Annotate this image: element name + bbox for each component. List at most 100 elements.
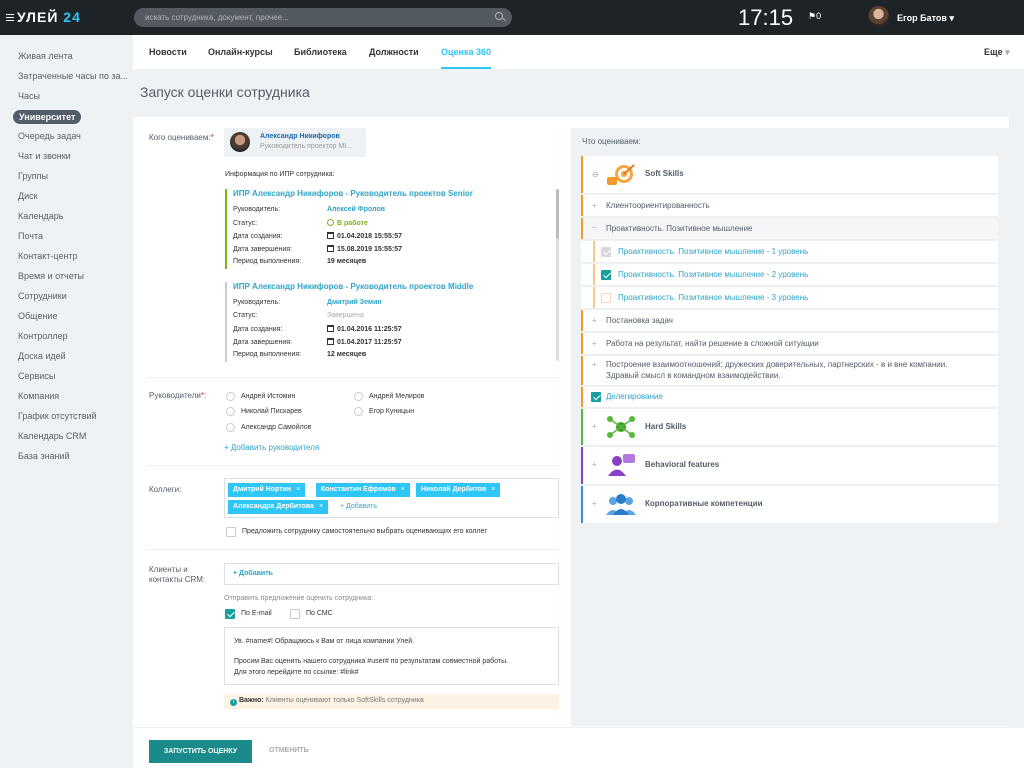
ipr-title[interactable]: ИПР Александр Никифоров - Руководитель п… <box>233 282 473 291</box>
sidebar-item[interactable]: База знаний <box>18 451 128 461</box>
clock: 17:15 <box>738 5 794 30</box>
sidebar-item[interactable]: Группы <box>18 171 128 181</box>
skill-item[interactable]: + Клиентоориентированность <box>581 195 998 217</box>
sms-checkbox[interactable] <box>290 609 300 619</box>
menu-icon[interactable] <box>6 14 14 21</box>
sidebar-item[interactable]: Университет <box>13 110 82 124</box>
sidebar-item[interactable]: Сервисы <box>18 371 128 381</box>
manager-link[interactable]: Дмитрий Земин <box>327 299 382 306</box>
tab-library[interactable]: Библиотека <box>294 47 347 57</box>
user-menu[interactable]: Егор Батов ▾ <box>897 13 954 24</box>
level-checkbox[interactable] <box>601 293 611 303</box>
category-behavioral[interactable]: + Behavioral features <box>581 447 998 485</box>
sidebar-item[interactable]: Почта <box>18 231 128 241</box>
expand-icon[interactable]: + <box>592 499 597 508</box>
sidebar-item[interactable]: Часы <box>18 91 128 101</box>
expand-icon[interactable]: + <box>592 201 597 210</box>
row-key: Дата создания: <box>233 326 283 333</box>
clients-input[interactable]: + Добавить <box>224 563 559 585</box>
cancel-button[interactable]: ОТМЕНИТЬ <box>269 747 309 754</box>
sidebar-item[interactable]: Чат и звонки <box>18 151 128 161</box>
category-hard-skills[interactable]: + Hard Skills <box>581 409 998 446</box>
sidebar-item[interactable]: Затраченные часы по за... <box>18 71 128 81</box>
sidebar-item[interactable]: Диск <box>18 191 128 201</box>
category-soft-skills[interactable]: ⊖ Soft Skills <box>581 156 998 194</box>
skill-item[interactable]: + Построение взаимоотношений: дружеских … <box>581 356 998 386</box>
skill-item[interactable]: + Работа на результат, найти решение в с… <box>581 333 998 355</box>
row-key: Статус: <box>233 220 258 227</box>
level-checkbox[interactable] <box>601 247 611 257</box>
sidebar-item[interactable]: Очередь задач <box>18 131 128 141</box>
manager-radio[interactable] <box>226 392 235 401</box>
manager-radio[interactable] <box>354 392 363 401</box>
skill-checkbox[interactable] <box>591 392 601 402</box>
search-icon[interactable] <box>495 12 503 20</box>
ipr-title[interactable]: ИПР Александр Никифоров - Руководитель п… <box>233 189 473 198</box>
who-label: Кого оцениваем:* <box>149 133 214 142</box>
self-choose-label: Предложить сотруднику самостоятельно выб… <box>242 528 488 535</box>
sidebar-item[interactable]: Календарь CRM <box>18 431 128 441</box>
expand-icon[interactable]: + <box>592 316 597 325</box>
skill-level-item[interactable]: Проактивность. Позитивное мышление - 2 у… <box>581 264 998 286</box>
evaluated-person[interactable]: Александр Никифоров Руководитель проекто… <box>224 128 366 157</box>
notifications[interactable]: ⚑0 <box>808 11 821 22</box>
manager-name[interactable]: Егор Куницын <box>369 408 414 415</box>
manager-radio[interactable] <box>226 423 235 432</box>
more-menu[interactable]: Еще ▾ <box>984 47 1010 58</box>
manager-radio[interactable] <box>226 407 235 416</box>
skill-label: Работа на результат, найти решение в сло… <box>606 339 819 348</box>
avatar[interactable] <box>868 6 889 27</box>
self-choose-checkbox[interactable] <box>226 527 236 537</box>
remove-icon[interactable]: × <box>296 486 300 493</box>
ipr-row-status: Статус: Завершена <box>233 312 364 319</box>
manager-name[interactable]: Андрей Истомин <box>241 393 295 400</box>
manager-name[interactable]: Николай Пискарев <box>241 408 302 415</box>
skill-level-item[interactable]: Проактивность. Позитивное мышление - 1 у… <box>581 241 998 263</box>
add-manager-link[interactable]: + Добавить руководителя <box>224 443 319 452</box>
skill-level-item[interactable]: Проактивность. Позитивное мышление - 3 у… <box>581 287 998 309</box>
scrollbar-thumb[interactable] <box>556 189 559 239</box>
logo[interactable]: УЛЕЙ 24 <box>6 9 81 25</box>
add-colleague-link[interactable]: + Добавить <box>340 503 377 510</box>
tab-news[interactable]: Новости <box>149 47 187 57</box>
skill-item[interactable]: − Проактивность. Позитивное мышление <box>581 218 998 240</box>
manager-radio[interactable] <box>354 407 363 416</box>
sidebar-item[interactable]: Время и отчеты <box>18 271 128 281</box>
ipr-scrollbar[interactable] <box>556 189 559 361</box>
add-client-link[interactable]: + Добавить <box>233 570 273 577</box>
tab-evaluation-360[interactable]: Оценка 360 <box>441 47 492 69</box>
person-name: Александр Никифоров <box>260 133 340 140</box>
collapse-icon[interactable]: − <box>592 223 597 232</box>
tab-online-courses[interactable]: Онлайн-курсы <box>208 47 273 57</box>
remove-icon[interactable]: × <box>491 486 495 493</box>
search-input[interactable]: искать сотрудника, документ, прочее... <box>134 8 512 27</box>
start-evaluation-button[interactable]: ЗАПУСТИТЬ ОЦЕНКУ <box>149 740 252 763</box>
expand-icon[interactable]: + <box>592 460 597 469</box>
message-textarea[interactable]: Ув. #name#! Обращаюсь к Вам от лица комп… <box>224 627 559 685</box>
email-checkbox[interactable] <box>225 609 235 619</box>
sidebar-item[interactable]: Контакт-центр <box>18 251 128 261</box>
sidebar-item[interactable]: Календарь <box>18 211 128 221</box>
skill-item[interactable]: + Постановка задач <box>581 310 998 332</box>
sidebar-item[interactable]: Доска идей <box>18 351 128 361</box>
remove-icon[interactable]: × <box>401 486 405 493</box>
manager-link[interactable]: Алексей Фролов <box>327 206 385 213</box>
skill-item[interactable]: Делегирование <box>581 387 998 408</box>
sidebar-item[interactable]: Сотрудники <box>18 291 128 301</box>
ipr-row-manager: Руководитель: Дмитрий Земин <box>233 299 382 306</box>
manager-name[interactable]: Александр Самойлов <box>241 424 311 431</box>
sidebar-item[interactable]: Общение <box>18 311 128 321</box>
sidebar-item[interactable]: Контроллер <box>18 331 128 341</box>
sidebar-item[interactable]: Живая лента <box>18 51 128 61</box>
sidebar-item[interactable]: График отсутствий <box>18 411 128 421</box>
sidebar-item[interactable]: Компания <box>18 391 128 401</box>
collapse-icon[interactable]: ⊖ <box>592 170 599 179</box>
expand-icon[interactable]: + <box>592 339 597 348</box>
manager-name[interactable]: Андрей Мелиров <box>369 393 424 400</box>
level-checkbox[interactable] <box>601 270 611 280</box>
remove-icon[interactable]: × <box>319 503 323 510</box>
tab-positions[interactable]: Должности <box>369 47 419 57</box>
expand-icon[interactable]: + <box>592 360 597 369</box>
category-corporate[interactable]: + Корпоративные компетенции <box>581 486 998 524</box>
expand-icon[interactable]: + <box>592 422 597 431</box>
